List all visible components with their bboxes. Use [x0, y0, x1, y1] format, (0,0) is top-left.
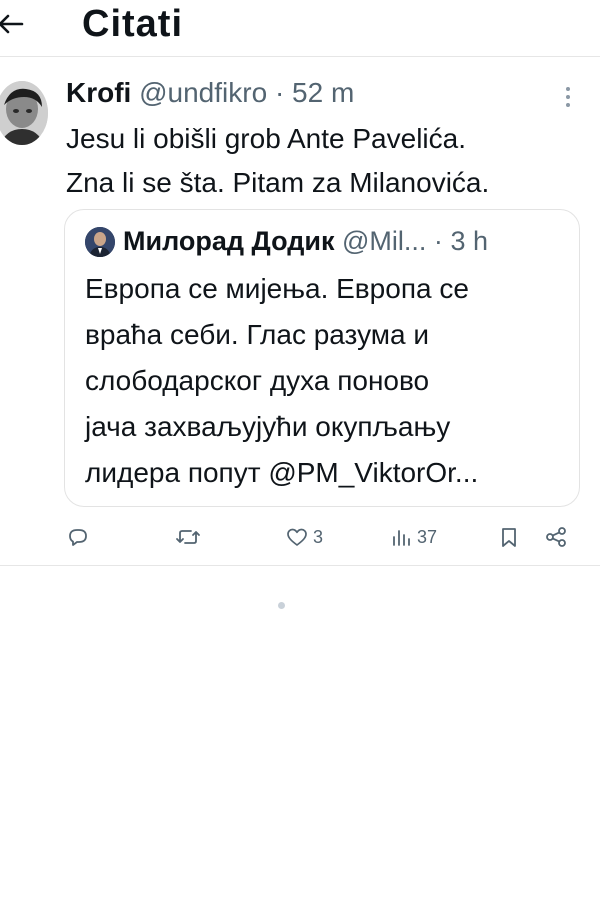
- views-button[interactable]: 37: [391, 519, 437, 555]
- separator: ·: [274, 77, 285, 108]
- quote-text-line: враћа себи. Глас разума и: [85, 319, 429, 350]
- quote-time: 3 h: [450, 226, 488, 256]
- quote-author-handle: @Mil...: [342, 226, 427, 256]
- tweet-text-line: Zna li se šta. Pitam za Milanovića.: [66, 167, 490, 198]
- author-name[interactable]: Krofi: [66, 77, 131, 108]
- reply-icon: [69, 529, 87, 546]
- quote-text: Европа се мијења. Европа се враћа себи. …: [85, 266, 565, 496]
- quote-text-line: Европа се мијења. Европа се: [85, 273, 469, 304]
- tweet[interactable]: Krofi @undfikro · 52 m Jesu li obišli gr…: [0, 57, 600, 566]
- quote-text-line: јача захваљујући окупљању: [85, 411, 451, 442]
- tweet-actions: 3 37: [0, 519, 600, 555]
- tweet-text: Jesu li obišli grob Ante Pavelića. Zna l…: [66, 117, 586, 205]
- heart-icon: [287, 528, 307, 546]
- tweet-text-line: Jesu li obišli grob Ante Pavelića.: [66, 123, 466, 154]
- loading-indicator: [278, 602, 285, 609]
- top-bar: Citati: [0, 0, 600, 57]
- quote-author-line: Милорад Додик @Mil... · 3 h: [123, 222, 488, 260]
- separator: ·: [433, 226, 443, 256]
- quote-text-line: слободарског духа поново: [85, 365, 430, 396]
- retweet-button[interactable]: [174, 519, 202, 555]
- page-title: Citati: [82, 3, 183, 45]
- arrow-left-icon[interactable]: [0, 8, 30, 40]
- quoted-tweet[interactable]: Милорад Додик @Mil... · 3 h Европа се ми…: [64, 209, 580, 507]
- quote-avatar: [85, 227, 115, 257]
- reply-button[interactable]: [66, 519, 90, 555]
- quote-author-name: Милорад Додик: [123, 226, 335, 256]
- tweet-author-line: Krofi @undfikro · 52 m: [66, 75, 354, 111]
- like-count: 3: [313, 526, 324, 547]
- share-icon: [546, 527, 566, 547]
- bookmark-icon: [502, 528, 516, 547]
- more-vertical-icon[interactable]: [560, 85, 576, 109]
- quote-text-line: лидера попут @PM_ViktorOr...: [85, 457, 479, 488]
- tweet-time[interactable]: 52 m: [292, 77, 354, 108]
- retweet-icon: [176, 530, 200, 544]
- author-handle[interactable]: @undfikro: [139, 77, 267, 108]
- like-button[interactable]: 3: [285, 519, 323, 555]
- avatar[interactable]: [0, 81, 48, 145]
- views-count: 37: [417, 526, 438, 547]
- views-icon: [393, 530, 410, 546]
- bookmark-button[interactable]: [498, 519, 520, 555]
- share-button[interactable]: [543, 519, 569, 555]
